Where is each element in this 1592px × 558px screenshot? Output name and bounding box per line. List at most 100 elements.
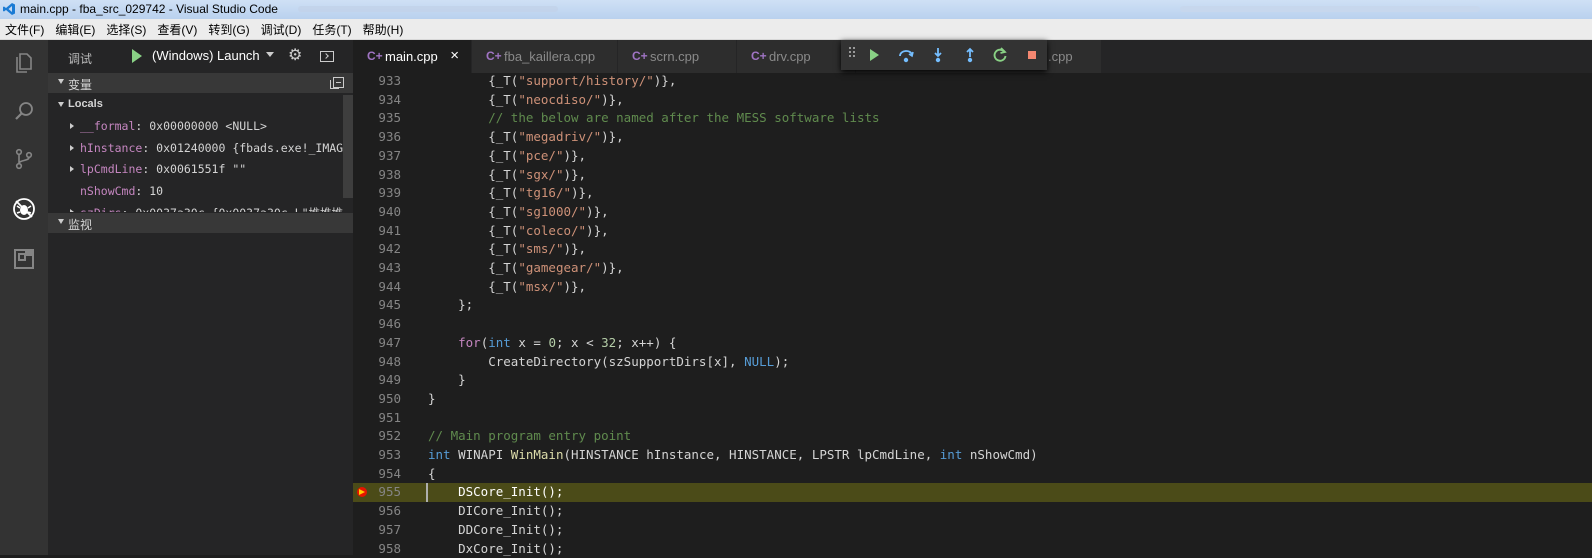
tab-drv-cpp[interactable]: C+ drv.cpp: [737, 40, 856, 73]
vscode-logo-icon: [2, 2, 16, 16]
code-line[interactable]: 939 {_T("tg16/")},: [353, 184, 1592, 203]
code-line[interactable]: 936 {_T("megadriv/")},: [353, 128, 1592, 147]
variable-entry: szDirs: 0x0037a30c {0x0037a30c L"堆堆堆: [80, 205, 343, 212]
code-line[interactable]: 941 {_T("coleco/")},: [353, 222, 1592, 241]
code-text: {_T("pce/")},: [428, 148, 586, 163]
drag-handle-icon[interactable]: [849, 47, 857, 61]
search-icon[interactable]: [9, 96, 39, 126]
continue-icon[interactable]: [865, 46, 883, 64]
variables-section-header[interactable]: 变量: [48, 73, 353, 93]
locals-scope[interactable]: Locals: [48, 95, 353, 115]
code-text: {_T("neocdiso/")},: [428, 92, 624, 107]
variable-row[interactable]: lpCmdLine: 0x0061551f "": [48, 159, 343, 180]
code-line[interactable]: 937 {_T("pce/")},: [353, 147, 1592, 166]
variable-row[interactable]: szDirs: 0x0037a30c {0x0037a30c L"堆堆堆: [48, 202, 343, 212]
code-line[interactable]: 947 for(int x = 0; x < 32; x++) {: [353, 334, 1592, 353]
line-number: 938: [353, 167, 401, 182]
restart-icon[interactable]: [991, 46, 1009, 64]
debug-sidebar: 调试 (Windows) Launch ⚙ 变量 Locals 监视 __for…: [48, 40, 353, 555]
code-line[interactable]: 950}: [353, 390, 1592, 409]
debug-header: 调试 (Windows) Launch ⚙: [48, 40, 353, 73]
launch-config-select[interactable]: (Windows) Launch: [152, 48, 260, 63]
variable-entry: lpCmdLine: 0x0061551f "": [80, 162, 246, 176]
line-number: 943: [353, 260, 401, 275]
tab-fba-kaillera-cpp[interactable]: C+ fba_kaillera.cpp: [472, 40, 618, 73]
code-line[interactable]: 957 DDCore_Init();: [353, 521, 1592, 540]
tab-main-cpp[interactable]: C+ main.cpp ×: [353, 40, 472, 73]
activity-bar: [0, 40, 48, 555]
code-line[interactable]: 945 };: [353, 296, 1592, 315]
source-control-icon[interactable]: [9, 144, 39, 174]
code-line[interactable]: 953int WINAPI WinMain(HINSTANCE hInstanc…: [353, 446, 1592, 465]
menu-selection[interactable]: 选择(S): [101, 21, 152, 38]
code-text: DxCore_Init();: [428, 541, 563, 556]
variable-name: nShowCmd: [80, 184, 135, 198]
menu-edit[interactable]: 编辑(E): [50, 21, 101, 38]
tab-scrn-cpp[interactable]: C+ scrn.cpp: [618, 40, 737, 73]
sidebar-scrollbar[interactable]: [343, 95, 353, 198]
title-ghost-text: [1180, 6, 1480, 12]
code-line[interactable]: 952// Main program entry point: [353, 427, 1592, 446]
code-line[interactable]: 943 {_T("gamegear/")},: [353, 259, 1592, 278]
explorer-icon[interactable]: [9, 48, 39, 78]
code-line[interactable]: 935 // the below are named after the MES…: [353, 109, 1592, 128]
variable-row[interactable]: __formal: 0x00000000 <NULL>: [48, 116, 343, 137]
code-text: int WINAPI WinMain(HINSTANCE hInstance, …: [428, 447, 1038, 462]
code-line[interactable]: 958 DxCore_Init();: [353, 540, 1592, 558]
menu-help[interactable]: 帮助(H): [358, 21, 410, 38]
code-line[interactable]: 942 {_T("sms/")},: [353, 240, 1592, 259]
menu-go[interactable]: 转到(G): [203, 21, 255, 38]
debug-view-title: 调试: [68, 50, 92, 67]
code-view[interactable]: 933 {_T("support/history/")},934 {_T("ne…: [353, 73, 1592, 555]
variable-row[interactable]: hInstance: 0x01240000 {fbads.exe!_IMAG…: [48, 138, 343, 159]
cpp-file-icon: C+: [486, 49, 502, 63]
code-line[interactable]: 956 DICore_Init();: [353, 502, 1592, 521]
variable-row[interactable]: nShowCmd: 10: [48, 181, 343, 202]
variable-value: 0x00000000 <NULL>: [149, 119, 267, 133]
close-icon[interactable]: ×: [450, 47, 459, 64]
menu-view[interactable]: 查看(V): [152, 21, 203, 38]
extensions-icon[interactable]: [9, 244, 39, 274]
code-line[interactable]: 934 {_T("neocdiso/")},: [353, 91, 1592, 110]
debug-console-icon[interactable]: [320, 51, 334, 62]
code-line[interactable]: 951: [353, 409, 1592, 428]
variable-name: lpCmdLine: [80, 162, 142, 176]
step-over-icon[interactable]: [897, 46, 915, 64]
menu-debug[interactable]: 调试(D): [256, 21, 308, 38]
debug-icon[interactable]: [9, 194, 39, 224]
watch-section-label: 监视: [68, 216, 92, 233]
start-debugging-icon[interactable]: [132, 49, 142, 63]
chevron-right-icon[interactable]: [70, 145, 74, 151]
code-text: {_T("megadriv/")},: [428, 129, 624, 144]
code-line[interactable]: 946: [353, 315, 1592, 334]
code-line[interactable]: 933 {_T("support/history/")},: [353, 72, 1592, 91]
line-number: 958: [353, 541, 401, 556]
tab-label: fba_kaillera.cpp: [504, 49, 595, 64]
code-line[interactable]: 938 {_T("sgx/")},: [353, 166, 1592, 185]
code-line[interactable]: 940 {_T("sg1000/")},: [353, 203, 1592, 222]
menu-file[interactable]: 文件(F): [0, 21, 50, 38]
watch-section-header[interactable]: 监视: [48, 213, 353, 233]
tab-label: drv.cpp: [769, 49, 811, 64]
code-line[interactable]: 948 CreateDirectory(szSupportDirs[x], NU…: [353, 353, 1592, 372]
gear-icon[interactable]: ⚙: [288, 48, 302, 64]
code-line[interactable]: 954{: [353, 465, 1592, 484]
chevron-right-icon[interactable]: [70, 123, 74, 129]
step-into-icon[interactable]: [929, 46, 947, 64]
line-number: 935: [353, 110, 401, 125]
menu-tasks[interactable]: 任务(T): [307, 21, 357, 38]
chevron-down-icon: [58, 102, 64, 107]
code-line[interactable]: 955 DSCore_Init();: [353, 483, 1592, 502]
code-text: DSCore_Init();: [428, 484, 563, 499]
line-number: 941: [353, 223, 401, 238]
line-number: 951: [353, 410, 401, 425]
line-number: 940: [353, 204, 401, 219]
code-line[interactable]: 949 }: [353, 371, 1592, 390]
chevron-down-icon[interactable]: [266, 52, 274, 57]
chevron-right-icon[interactable]: [70, 166, 74, 172]
collapse-all-icon[interactable]: [333, 77, 344, 88]
step-out-icon[interactable]: [961, 46, 979, 64]
code-line[interactable]: 944 {_T("msx/")},: [353, 278, 1592, 297]
stop-icon[interactable]: [1023, 46, 1041, 64]
chevron-right-icon[interactable]: [70, 209, 74, 212]
